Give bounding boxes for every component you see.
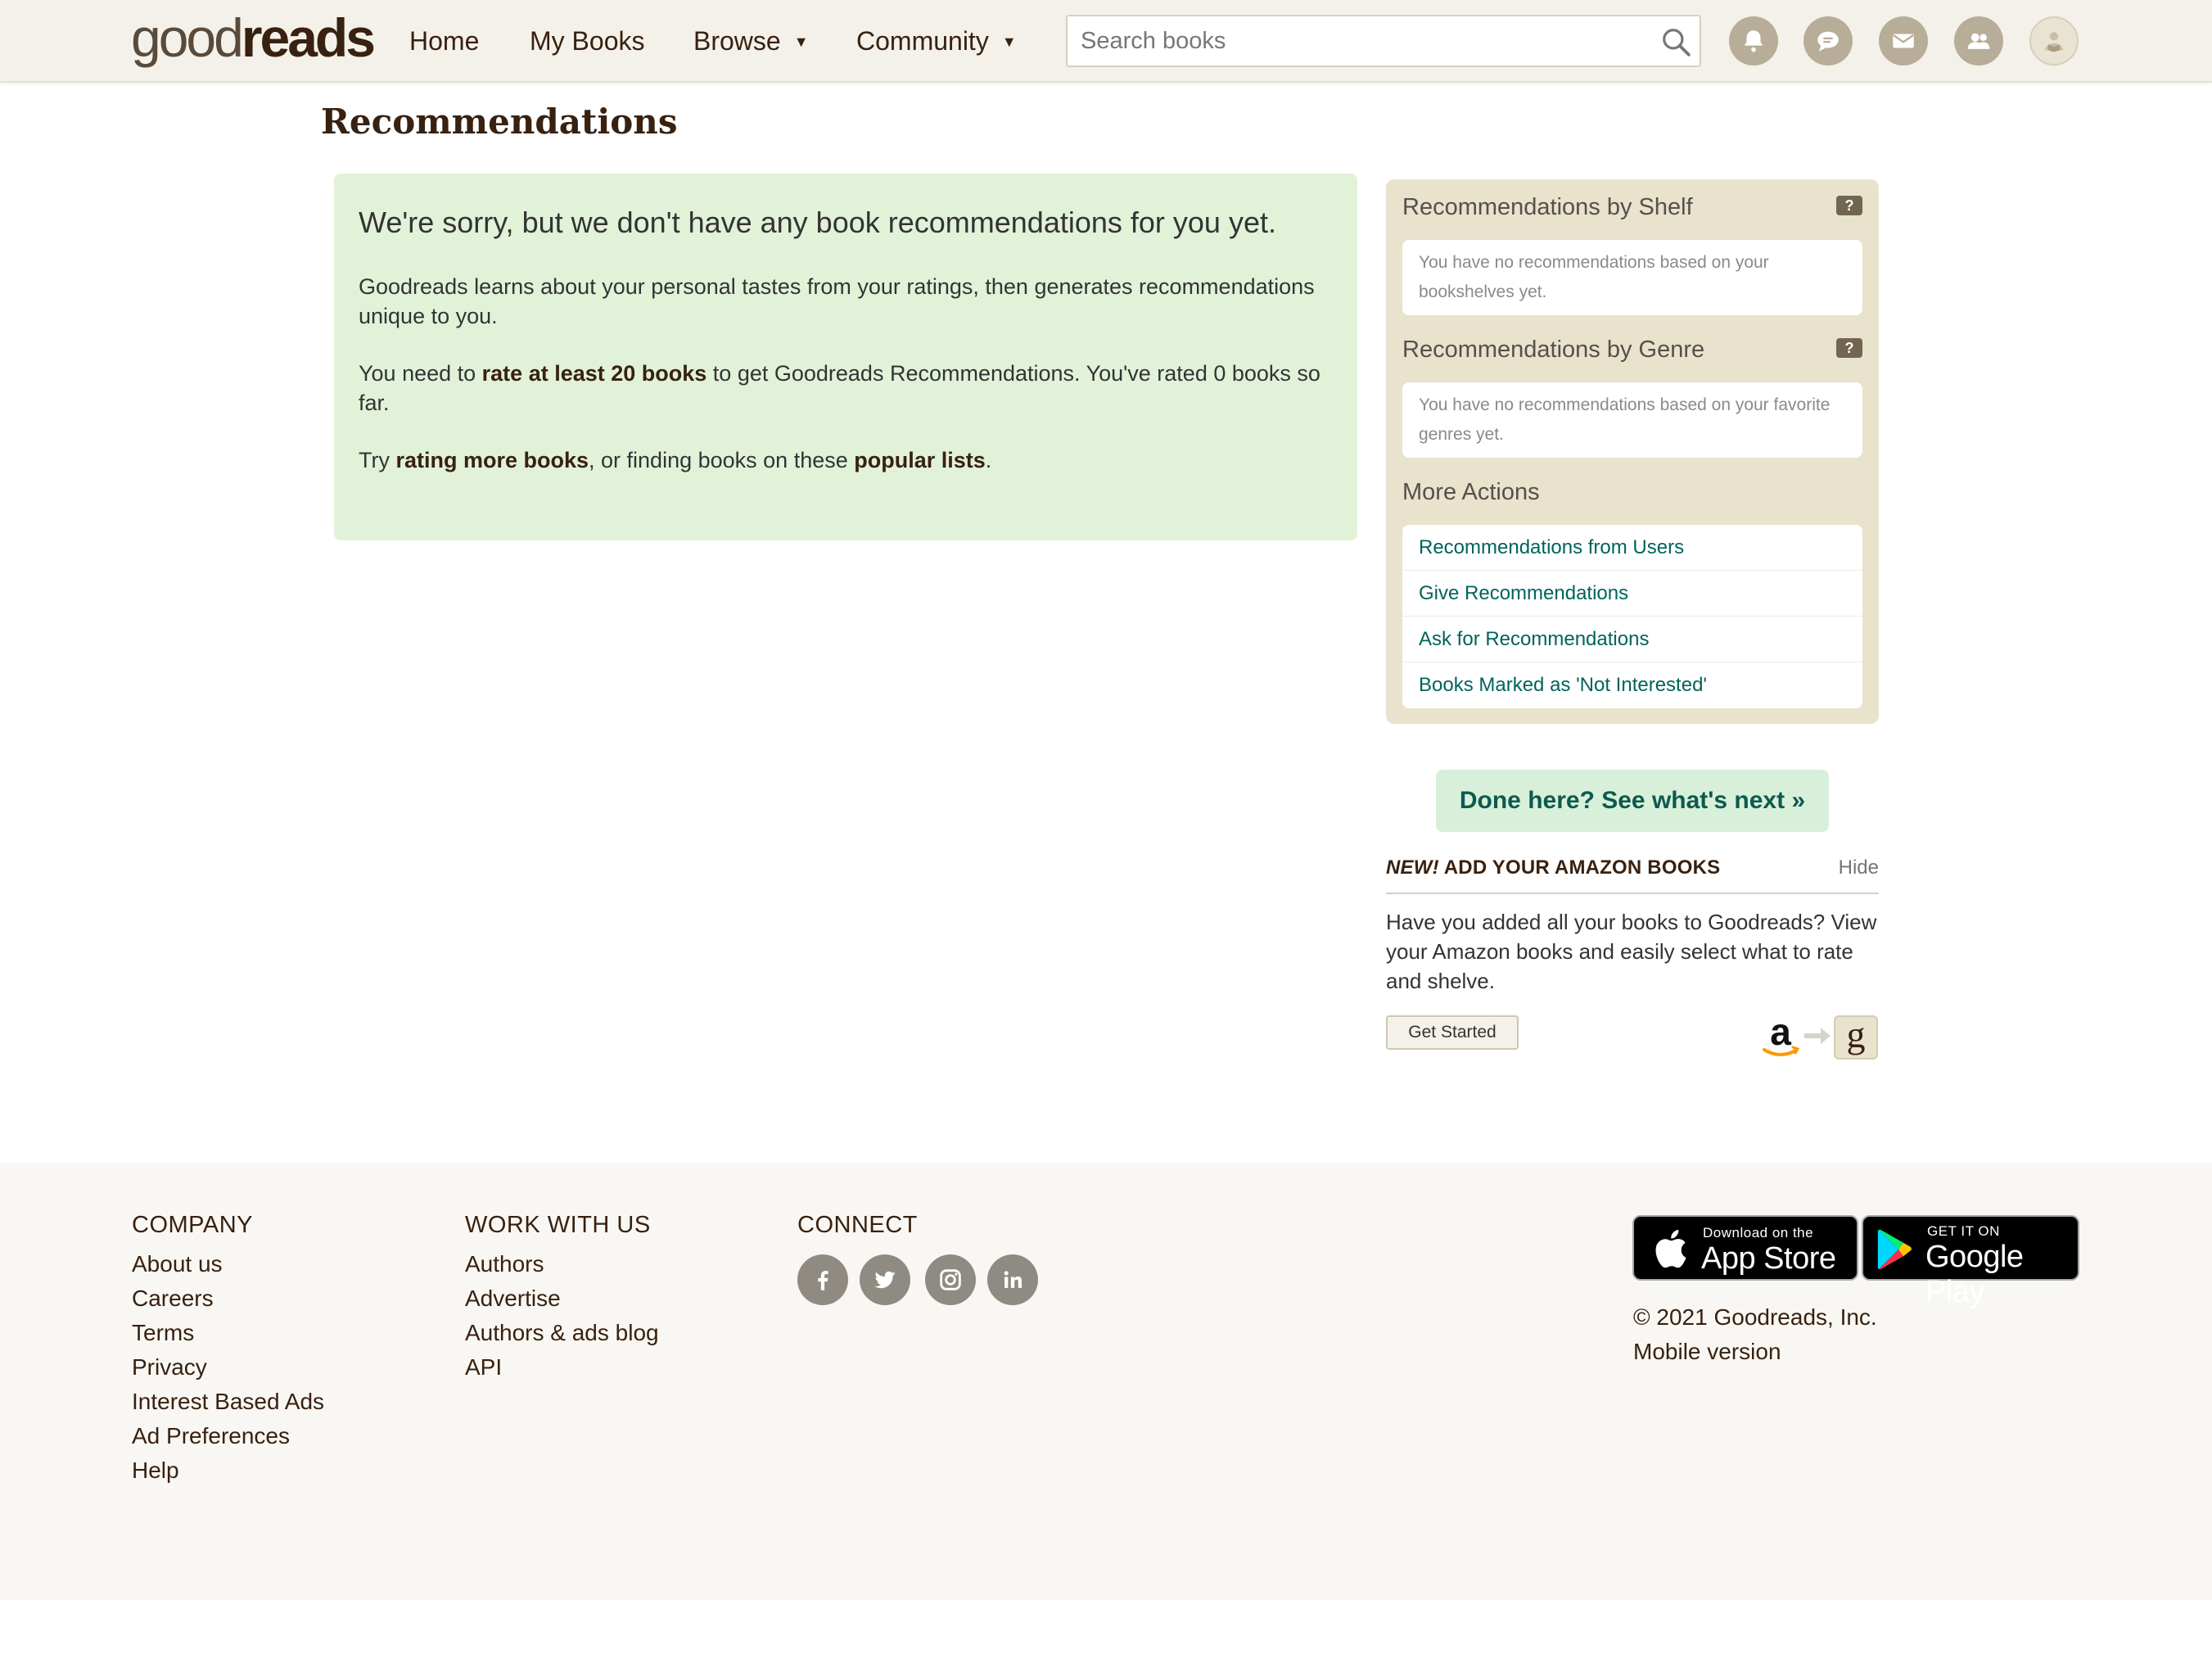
arrow-right-icon xyxy=(1804,1028,1831,1044)
by-shelf-title: Recommendations by Shelf xyxy=(1402,194,1693,220)
search-bar xyxy=(1066,15,1701,67)
amazon-books-description: Have you added all your books to Goodrea… xyxy=(1386,910,1877,993)
notice-paragraph-1: Goodreads learns about your personal tas… xyxy=(359,274,1315,328)
site-header: goodreads Home My Books Browse ▼ Communit… xyxy=(0,0,2212,83)
amazon-books-title: NEW! ADD YOUR AMAZON BOOKS xyxy=(1386,856,1720,879)
more-actions-list: Recommendations from Users Give Recommen… xyxy=(1402,525,1862,708)
footer-work-heading: WORK WITH US xyxy=(465,1212,651,1238)
search-icon[interactable] xyxy=(1660,26,1691,57)
copyright-text: © 2021 Goodreads, Inc. xyxy=(1633,1304,1877,1330)
footer-link-terms[interactable]: Terms xyxy=(132,1316,324,1350)
nav-home-label: Home xyxy=(409,26,480,56)
friends-icon[interactable] xyxy=(1954,16,2003,66)
notice-paragraph-3: Try rating more books, or finding books … xyxy=(359,445,1333,475)
amazon-books-header: NEW! ADD YOUR AMAZON BOOKS Hide xyxy=(1386,856,1879,894)
nav-browse[interactable]: Browse ▼ xyxy=(693,18,809,64)
amazon-logo-icon: a xyxy=(1763,1014,1800,1056)
site-footer: COMPANY About us Careers Terms Privacy I… xyxy=(0,1163,2212,1600)
notice-paragraph-2: You need to rate at least 20 books to ge… xyxy=(359,359,1333,418)
bell-icon xyxy=(1744,30,1763,52)
footer-link-privacy[interactable]: Privacy xyxy=(132,1350,324,1385)
ask-for-recommendations-link[interactable]: Ask for Recommendations xyxy=(1402,617,1862,662)
no-recommendations-notice: We're sorry, but we don't have any book … xyxy=(334,174,1357,540)
apple-icon xyxy=(1655,1230,1686,1268)
recommendations-from-users-link[interactable]: Recommendations from Users xyxy=(1402,525,1862,571)
give-recommendations-link[interactable]: Give Recommendations xyxy=(1402,571,1862,617)
recommendations-sidebar: Recommendations by Shelf ? You have no r… xyxy=(1386,179,1879,724)
page-title: Recommendations xyxy=(321,102,678,142)
people-icon xyxy=(1967,33,1990,49)
goodreads-g-icon: g xyxy=(1834,1015,1878,1060)
rating-more-books-link[interactable]: rating more books xyxy=(395,448,589,472)
footer-work-column: WORK WITH US Authors Advertise Authors &… xyxy=(465,1212,659,1385)
footer-link-interest-based-ads[interactable]: Interest Based Ads xyxy=(132,1385,324,1419)
nav-community-label: Community xyxy=(856,26,989,56)
linkedin-icon[interactable] xyxy=(987,1254,1038,1305)
notifications-bell-icon[interactable] xyxy=(1729,16,1778,66)
instagram-icon[interactable] xyxy=(925,1254,976,1305)
amazon-letter: a xyxy=(1770,1014,1791,1053)
notice-text: You need to xyxy=(359,361,482,386)
google-play-small-text: GET IT ON xyxy=(1927,1223,2000,1239)
app-store-small-text: Download on the xyxy=(1703,1225,1814,1240)
more-actions-title: More Actions xyxy=(1402,479,1540,505)
app-store-badge[interactable]: Download on the App Store xyxy=(1632,1215,1858,1281)
envelope-icon xyxy=(1893,34,1914,48)
by-genre-help-icon[interactable]: ? xyxy=(1836,338,1862,358)
caret-down-icon: ▼ xyxy=(1001,34,1017,50)
logo-part-reads: reads xyxy=(241,7,376,68)
messages-icon[interactable] xyxy=(1879,16,1928,66)
user-reading-icon xyxy=(2044,32,2064,52)
amazon-title-text: ADD YOUR AMAZON BOOKS xyxy=(1438,856,1721,879)
get-started-button[interactable]: Get Started xyxy=(1386,1015,1519,1050)
hide-amazon-button[interactable]: Hide xyxy=(1839,856,1879,879)
by-genre-title: Recommendations by Genre xyxy=(1402,337,1705,363)
footer-link-authors-ads-blog[interactable]: Authors & ads blog xyxy=(465,1316,659,1350)
notice-headline: We're sorry, but we don't have any book … xyxy=(359,206,1276,239)
nav-browse-label: Browse xyxy=(693,26,781,56)
new-label: NEW! xyxy=(1386,856,1439,879)
footer-link-careers[interactable]: Careers xyxy=(132,1281,324,1316)
by-shelf-help-icon[interactable]: ? xyxy=(1836,196,1862,215)
caret-down-icon: ▼ xyxy=(793,34,809,50)
google-play-big-text: Google Play xyxy=(1925,1240,2024,1309)
google-play-badge[interactable]: GET IT ON Google Play xyxy=(1862,1215,2079,1309)
footer-connect-column: CONNECT xyxy=(797,1212,918,1247)
profile-avatar[interactable] xyxy=(2029,16,2079,66)
facebook-icon[interactable] xyxy=(797,1254,848,1305)
notice-text: . xyxy=(985,448,992,472)
not-interested-books-link[interactable]: Books Marked as 'Not Interested' xyxy=(1402,662,1862,708)
footer-meta: © 2021 Goodreads, Inc. Mobile version xyxy=(1633,1300,1877,1369)
footer-link-api[interactable]: API xyxy=(465,1350,659,1385)
footer-link-help[interactable]: Help xyxy=(132,1453,324,1488)
search-input[interactable] xyxy=(1081,16,1637,66)
google-play-icon xyxy=(1877,1229,1912,1270)
notice-emphasis: rate at least 20 books xyxy=(481,361,707,386)
notice-text: , or finding books on these xyxy=(589,448,855,472)
footer-link-about-us[interactable]: About us xyxy=(132,1247,324,1281)
nav-community[interactable]: Community ▼ xyxy=(856,18,1017,64)
discussions-icon[interactable] xyxy=(1803,16,1853,66)
nav-my-books[interactable]: My Books xyxy=(530,18,644,64)
chat-bubbles-icon xyxy=(1817,31,1839,52)
mobile-version-link[interactable]: Mobile version xyxy=(1633,1335,1877,1369)
footer-link-authors[interactable]: Authors xyxy=(465,1247,659,1281)
twitter-icon[interactable] xyxy=(860,1254,910,1305)
footer-company-heading: COMPANY xyxy=(132,1212,253,1238)
see-whats-next-button[interactable]: Done here? See what's next » xyxy=(1436,770,1829,832)
logo-part-good: good xyxy=(131,7,244,68)
goodreads-logo[interactable]: goodreads xyxy=(131,5,376,70)
footer-link-advertise[interactable]: Advertise xyxy=(465,1281,659,1316)
popular-lists-link[interactable]: popular lists xyxy=(854,448,986,472)
nav-home[interactable]: Home xyxy=(409,18,479,64)
by-genre-card: You have no recommendations based on you… xyxy=(1402,382,1862,458)
footer-link-ad-preferences[interactable]: Ad Preferences xyxy=(132,1419,324,1453)
by-shelf-card: You have no recommendations based on you… xyxy=(1402,240,1862,315)
footer-company-column: COMPANY About us Careers Terms Privacy I… xyxy=(132,1212,324,1488)
nav-my-books-label: My Books xyxy=(530,26,645,56)
footer-connect-heading: CONNECT xyxy=(797,1212,918,1238)
notice-text: Try xyxy=(359,448,396,472)
app-store-big-text: App Store xyxy=(1701,1241,1836,1276)
